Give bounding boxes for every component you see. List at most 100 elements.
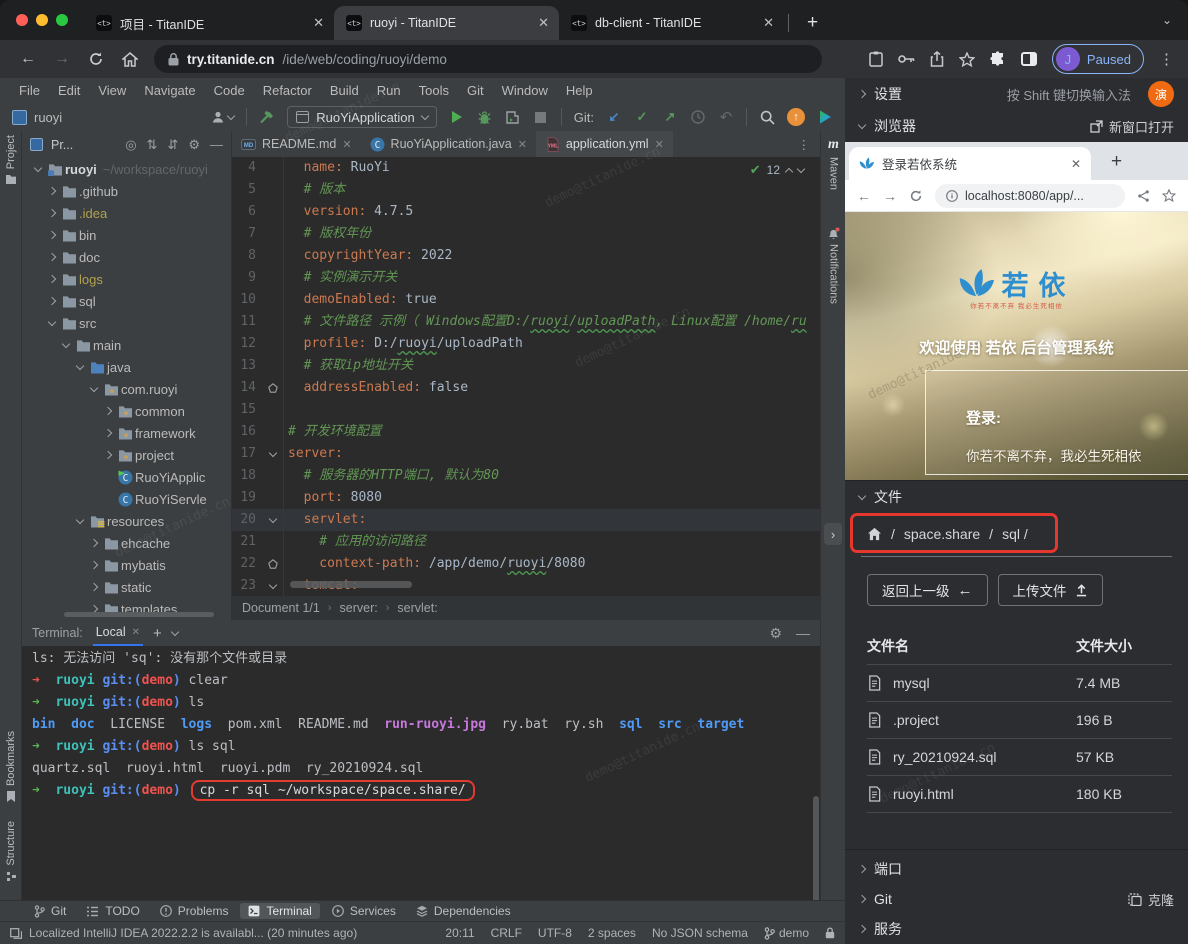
share-icon[interactable]: [930, 51, 944, 67]
tree-item-ruoyiservle[interactable]: CRuoYiServle: [22, 488, 231, 510]
tree-item-com-ruoyi[interactable]: com.ruoyi: [22, 378, 231, 400]
close-tab-icon[interactable]: ✕: [313, 15, 324, 31]
code-line[interactable]: 22 context-path: /app/demo/ruoyi/8080: [232, 553, 820, 575]
side-panel-icon[interactable]: [1021, 52, 1037, 66]
chrome-menu-icon[interactable]: ⋮: [1159, 50, 1174, 68]
editor-tab-application-yml[interactable]: YMLapplication.yml✕: [536, 131, 673, 157]
section-files[interactable]: 文件: [845, 480, 1188, 512]
terminal-output[interactable]: ls: 无法访问 'sq': 没有那个文件或目录➜ ruoyi git:(dem…: [22, 646, 820, 900]
editor-tabs-more-icon[interactable]: ⋮: [788, 131, 821, 157]
code-line[interactable]: 8 copyrightYear: 2022: [232, 245, 820, 267]
chevron-right-icon[interactable]: [100, 408, 115, 414]
tab-search-caret-icon[interactable]: ⌄: [1162, 13, 1172, 27]
file-row-ry-20210924-sql[interactable]: ry_20210924.sql57 KB: [867, 739, 1172, 776]
tool-stripe-bookmarks[interactable]: Bookmarks: [0, 731, 22, 802]
code-line[interactable]: 17server:: [232, 443, 820, 465]
project-name[interactable]: ruoyi: [34, 110, 62, 125]
breadcrumb-item[interactable]: server:: [340, 601, 378, 615]
password-key-icon[interactable]: [898, 54, 915, 64]
bookmark-star-icon[interactable]: [959, 52, 975, 67]
tool-window-button-todo[interactable]: TODO: [78, 903, 147, 919]
editor-tab-ruoyiapplication-java[interactable]: CRuoYiApplication.java✕: [361, 131, 536, 157]
chevron-down-icon[interactable]: [86, 387, 101, 391]
menu-run[interactable]: Run: [368, 83, 410, 98]
fold-icon[interactable]: [262, 443, 284, 465]
crumb-sql[interactable]: sql /: [1002, 526, 1028, 542]
git-branch-widget[interactable]: demo: [764, 926, 809, 940]
tool-stripe-notifications[interactable]: Notifications: [821, 227, 846, 304]
editor-hscrollbar[interactable]: [290, 581, 412, 588]
section-settings[interactable]: 设置 按 Shift 键切换输入法 演: [845, 78, 1188, 110]
chevron-down-icon[interactable]: [44, 321, 59, 325]
home-icon[interactable]: [116, 45, 144, 73]
status-item[interactable]: UTF-8: [538, 926, 572, 940]
menu-view[interactable]: View: [89, 83, 135, 98]
demo-badge[interactable]: 演: [1148, 81, 1174, 107]
coverage-icon[interactable]: [505, 110, 521, 125]
tool-stripe-maven[interactable]: m Maven: [821, 137, 846, 190]
code-line[interactable]: 10 demoEnabled: true: [232, 289, 820, 311]
fold-icon[interactable]: [262, 509, 284, 531]
menu-code[interactable]: Code: [205, 83, 254, 98]
project-tree-hscrollbar[interactable]: [64, 612, 214, 617]
tree-item-java[interactable]: java: [22, 356, 231, 378]
tree-item--github[interactable]: .github: [22, 180, 231, 202]
embedded-share-icon[interactable]: [1137, 189, 1150, 203]
git-commit-icon[interactable]: ✓: [634, 109, 650, 125]
code-line[interactable]: 16# 开发环境配置: [232, 421, 820, 443]
close-terminal-tab-icon[interactable]: ✕: [132, 627, 140, 638]
chevron-right-icon[interactable]: [86, 540, 101, 546]
menu-help[interactable]: Help: [557, 83, 602, 98]
build-hammer-icon[interactable]: [259, 109, 275, 125]
tree-item-framework[interactable]: framework: [22, 422, 231, 444]
tree-item-ehcache[interactable]: ehcache: [22, 532, 231, 554]
chrome-tab[interactable]: <t>项目 - TitanIDE✕: [84, 6, 334, 40]
section-ports[interactable]: 端口: [845, 854, 1188, 884]
chrome-tab[interactable]: <t>ruoyi - TitanIDE✕: [334, 6, 559, 40]
menu-build[interactable]: Build: [321, 83, 368, 98]
chevron-right-icon[interactable]: [100, 452, 115, 458]
tree-item-main[interactable]: main: [22, 334, 231, 356]
file-row-mysql[interactable]: mysql7.4 MB: [867, 665, 1172, 702]
code-line[interactable]: 21 # 应用的访问路径: [232, 531, 820, 553]
menu-git[interactable]: Git: [458, 83, 493, 98]
close-editor-tab-icon[interactable]: ✕: [342, 138, 351, 151]
expand-panel-chevron-icon[interactable]: ›: [824, 523, 842, 545]
run-configuration-select[interactable]: RuoYiApplication: [287, 106, 437, 128]
profile-paused-pill[interactable]: J Paused: [1052, 44, 1144, 74]
tree-item-static[interactable]: static: [22, 576, 231, 598]
back-icon[interactable]: ←: [14, 45, 42, 73]
embedded-reload-icon[interactable]: [909, 189, 923, 203]
run-icon[interactable]: [449, 111, 465, 123]
locate-icon[interactable]: ◎: [125, 137, 136, 153]
chevron-down-icon[interactable]: [72, 365, 87, 369]
menu-file[interactable]: File: [10, 83, 49, 98]
reload-icon[interactable]: [82, 45, 110, 73]
code-line[interactable]: 7 # 版权年份: [232, 223, 820, 245]
embedded-tab[interactable]: 登录若依系统 ✕: [849, 147, 1091, 180]
extensions-icon[interactable]: [990, 51, 1006, 67]
tree-item-bin[interactable]: bin: [22, 224, 231, 246]
chevron-right-icon[interactable]: [44, 276, 59, 282]
breadcrumb-item[interactable]: Document 1/1: [242, 601, 320, 615]
new-tab-button[interactable]: +: [807, 12, 818, 34]
close-editor-tab-icon[interactable]: ✕: [655, 138, 664, 151]
home-icon[interactable]: [867, 527, 882, 541]
chevron-down-icon[interactable]: [30, 167, 45, 171]
menu-navigate[interactable]: Navigate: [135, 83, 204, 98]
section-git[interactable]: Git 克隆: [845, 884, 1188, 914]
region-mark-icon[interactable]: [262, 377, 284, 399]
inspection-widget[interactable]: ✔ 12: [750, 162, 804, 178]
readonly-lock-icon[interactable]: [825, 927, 835, 939]
undo-icon[interactable]: ↶: [718, 108, 734, 126]
address-bar[interactable]: try.titanide.cn/ide/web/coding/ruoyi/dem…: [154, 45, 822, 73]
code-line[interactable]: 5 # 版本: [232, 179, 820, 201]
region-mark-icon[interactable]: [262, 553, 284, 575]
close-tab-icon[interactable]: ✕: [763, 15, 774, 31]
close-window-button[interactable]: [16, 14, 28, 26]
code-line[interactable]: 11 # 文件路径 示例（ Windows配置D:/ruoyi/uploadPa…: [232, 311, 820, 333]
chevron-right-icon[interactable]: [86, 562, 101, 568]
tree-item-project[interactable]: project: [22, 444, 231, 466]
debug-icon[interactable]: [477, 110, 493, 125]
status-item[interactable]: CRLF: [491, 926, 522, 940]
